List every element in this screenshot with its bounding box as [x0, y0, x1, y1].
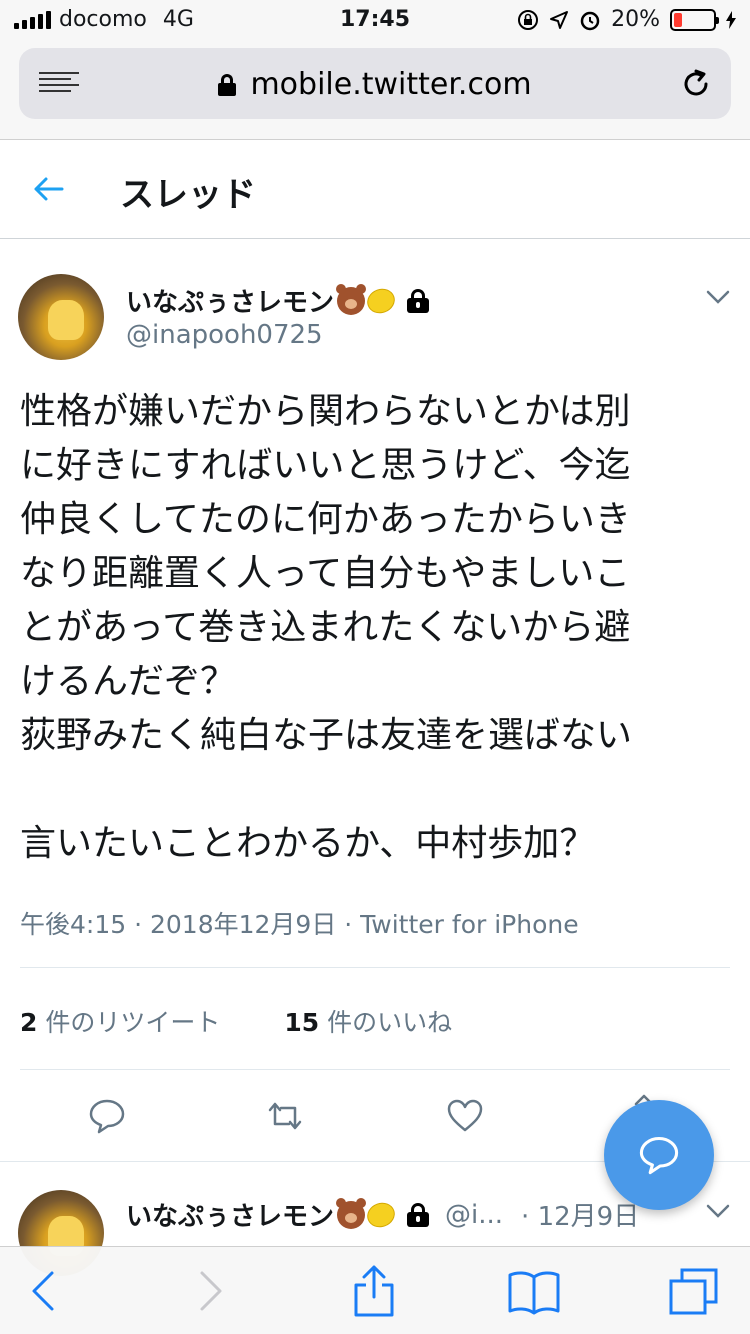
lemon-emoji-icon: [363, 1198, 399, 1231]
user-handle[interactable]: @inapooh0725: [126, 320, 323, 350]
reply-display-name[interactable]: いなぷぅさレモン @i... · 12月9日: [126, 1196, 639, 1233]
compose-reply-icon: [639, 1136, 679, 1175]
retweet-count: 2: [20, 1008, 38, 1037]
divider: [20, 967, 730, 968]
display-name-text: いなぷぅさレモン: [126, 288, 335, 318]
location-icon: [550, 10, 569, 29]
url-display[interactable]: mobile.twitter.com: [19, 67, 731, 102]
browser-toolbar: [0, 1246, 750, 1334]
status-bar: docomo 4G 17:45 20%: [0, 0, 750, 40]
compose-reply-button[interactable]: [604, 1100, 714, 1210]
tabs-icon[interactable]: [668, 1267, 720, 1317]
battery-icon: [670, 8, 719, 31]
like-label: 件のいいね: [327, 1008, 453, 1037]
alarm-icon: [580, 11, 600, 30]
share-icon[interactable]: [352, 1263, 396, 1319]
retweet-label: 件のリツイート: [45, 1008, 221, 1037]
lemon-emoji-icon: [363, 284, 399, 317]
page-title: スレッド: [120, 175, 256, 215]
protected-lock-icon: [405, 288, 431, 313]
display-name-text: いなぷぅさレモン: [126, 1202, 335, 1232]
like-icon[interactable]: [445, 1096, 485, 1136]
browser-address-area: mobile.twitter.com: [0, 40, 750, 140]
address-bar[interactable]: mobile.twitter.com: [19, 48, 731, 119]
bookmarks-icon[interactable]: [507, 1269, 561, 1315]
tweet-timestamp: 午後4:15 · 2018年12月9日 · Twitter for iPhone: [20, 910, 579, 939]
reply-handle: @i...: [445, 1199, 504, 1230]
forward-icon[interactable]: [198, 1269, 224, 1313]
url-text: mobile.twitter.com: [250, 67, 532, 102]
retweet-stat[interactable]: 2 件のリツイート: [20, 1008, 220, 1037]
chevron-down-icon[interactable]: [706, 290, 730, 304]
reload-icon[interactable]: [679, 67, 713, 101]
avatar[interactable]: [18, 274, 104, 360]
tweet-stats: 2 件のリツイート 15 件のいいね: [20, 1003, 452, 1039]
reply-date: · 12月9日: [521, 1202, 640, 1232]
lock-icon: [218, 74, 237, 96]
thread-header: スレッド: [0, 141, 750, 239]
status-indicators: 20%: [517, 7, 736, 32]
display-name[interactable]: いなぷぅさレモン: [126, 282, 431, 319]
retweet-icon[interactable]: [265, 1096, 305, 1136]
chevron-down-icon[interactable]: [706, 1204, 730, 1218]
battery-percent: 20%: [611, 7, 660, 32]
tweet-text: 性格が嫌いだから関わらないとかは別 に好きにすればいいと思うけど、今迄 仲良くし…: [20, 391, 633, 864]
back-icon[interactable]: [30, 1269, 56, 1313]
bear-emoji-icon: [336, 1197, 367, 1229]
like-stat[interactable]: 15 件のいいね: [284, 1008, 452, 1037]
bear-emoji-icon: [336, 283, 367, 315]
divider: [20, 1069, 730, 1070]
reply-icon[interactable]: [87, 1096, 127, 1136]
like-count: 15: [284, 1008, 320, 1037]
protected-lock-icon: [405, 1202, 431, 1227]
orientation-lock-icon: [518, 9, 539, 30]
back-arrow-icon[interactable]: [30, 171, 66, 207]
charging-icon: [726, 10, 736, 29]
